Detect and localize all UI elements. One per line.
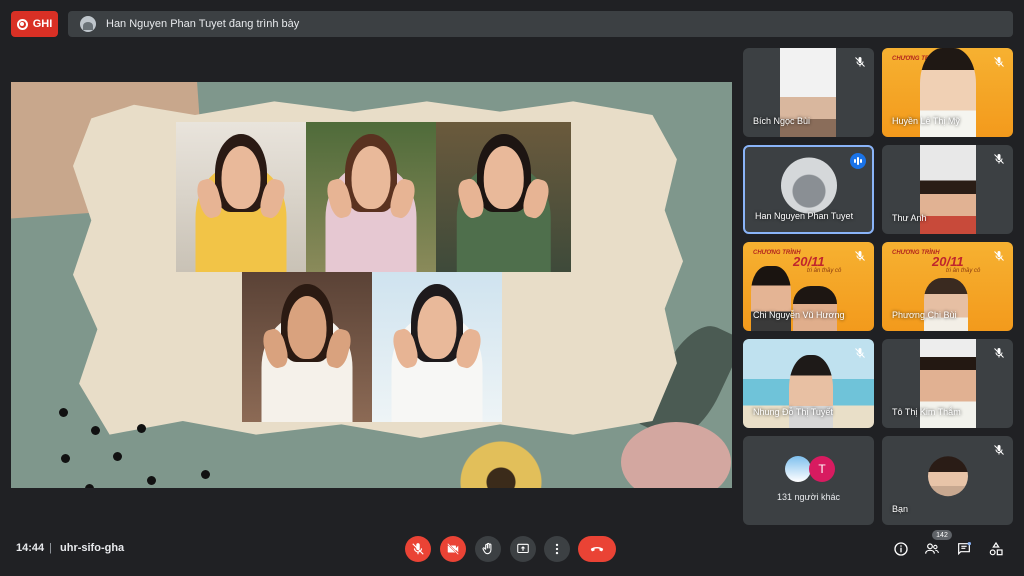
mic-off-icon — [994, 154, 1004, 164]
collage-video-2 — [306, 122, 436, 272]
microphone-toggle-button[interactable] — [405, 536, 431, 562]
camera-off-icon — [447, 543, 459, 555]
mic-off-icon — [994, 57, 1004, 67]
present-screen-button[interactable] — [510, 536, 536, 562]
dots-decoration — [55, 402, 235, 488]
chat-icon — [958, 542, 971, 556]
mic-off-icon — [855, 251, 865, 261]
collage-video-1 — [176, 122, 306, 272]
hand-icon — [482, 542, 492, 555]
mic-off-icon — [412, 543, 424, 555]
more-options-button[interactable] — [544, 536, 570, 562]
mic-off-icon — [855, 57, 865, 67]
participant-name: Thư Anh — [892, 213, 927, 223]
meeting-code[interactable]: uhr-sifo-gha — [60, 542, 124, 554]
presentation-stage[interactable] — [11, 82, 732, 488]
participant-tile[interactable]: CHƯƠNG TRÌNH 20/11 tri ân thầy cô Chi Ng… — [743, 242, 874, 331]
record-icon — [16, 18, 28, 30]
participant-name: Phương Chi Bùi — [892, 310, 957, 320]
activities-icon — [989, 541, 1003, 556]
self-tile[interactable]: Bạn — [882, 436, 1013, 525]
more-vert-icon — [555, 543, 559, 555]
participant-video — [789, 355, 833, 428]
presenter-avatar — [80, 16, 96, 32]
participant-tile[interactable]: Tô Thị Kim Thắm — [882, 339, 1013, 428]
participant-name: Chi Nguyễn Vũ Hương — [753, 310, 845, 320]
collage-video-5 — [372, 272, 502, 422]
people-icon — [925, 543, 939, 554]
participant-name: Tô Thị Kim Thắm — [892, 407, 961, 417]
hang-up-icon — [590, 547, 604, 552]
others-count: 131 người khác — [777, 492, 840, 502]
people-button[interactable] — [922, 539, 942, 559]
sunflower-decoration — [451, 438, 551, 488]
speaking-indicator-icon — [850, 153, 866, 169]
mic-off-icon — [994, 445, 1004, 455]
other-avatar-letter: T — [809, 456, 835, 482]
activities-button[interactable] — [986, 539, 1006, 559]
info-icon — [894, 542, 908, 556]
participant-name: Nhung Đỗ Thị Tuyết — [753, 407, 833, 417]
collage-video-4 — [242, 272, 372, 422]
participant-tile[interactable]: CHƯƠNG TRÌNH Huyền Lê Thị Mỹ — [882, 48, 1013, 137]
participant-tile-active[interactable]: Han Nguyen Phan Tuyet — [743, 145, 874, 234]
other-avatar — [785, 456, 811, 482]
presenter-bar[interactable]: Han Nguyen Phan Tuyet đang trình bày — [68, 11, 1013, 37]
participant-video — [751, 266, 791, 331]
participant-tile[interactable]: Nhung Đỗ Thị Tuyết — [743, 339, 874, 428]
recording-label: GHI — [32, 18, 53, 30]
present-icon — [517, 543, 529, 554]
recording-indicator[interactable]: GHI — [11, 11, 58, 37]
leave-call-button[interactable] — [578, 536, 616, 562]
raise-hand-button[interactable] — [475, 536, 501, 562]
participant-video — [924, 278, 968, 331]
participant-name: Huyền Lê Thị Mỹ — [892, 116, 960, 126]
mic-off-icon — [994, 251, 1004, 261]
mic-off-icon — [855, 348, 865, 358]
presenter-text: Han Nguyen Phan Tuyet đang trình bày — [106, 18, 300, 30]
chat-button[interactable] — [954, 539, 974, 559]
pink-flower-decoration — [621, 422, 731, 488]
participant-avatar — [780, 157, 837, 214]
others-tile[interactable]: T 131 người khác — [743, 436, 874, 525]
self-avatar — [927, 455, 968, 496]
participant-video — [920, 145, 976, 234]
participant-tile[interactable]: Thư Anh — [882, 145, 1013, 234]
meeting-details-button[interactable] — [891, 539, 911, 559]
participant-video — [793, 286, 837, 331]
collage-video-3 — [436, 122, 571, 272]
participant-name: Bạn — [892, 504, 909, 514]
participant-tile[interactable]: Bích Ngọc Bùi — [743, 48, 874, 137]
participant-tile[interactable]: CHƯƠNG TRÌNH 20/11 tri ân thầy cô Phương… — [882, 242, 1013, 331]
people-count-badge: 142 — [932, 530, 952, 540]
camera-toggle-button[interactable] — [440, 536, 466, 562]
separator: | — [49, 542, 52, 554]
clock: 14:44 — [16, 542, 45, 554]
participant-name: Han Nguyen Phan Tuyet — [755, 211, 854, 221]
others-avatars: T — [785, 456, 835, 482]
mic-off-icon — [994, 348, 1004, 358]
participant-name: Bích Ngọc Bùi — [753, 116, 811, 126]
